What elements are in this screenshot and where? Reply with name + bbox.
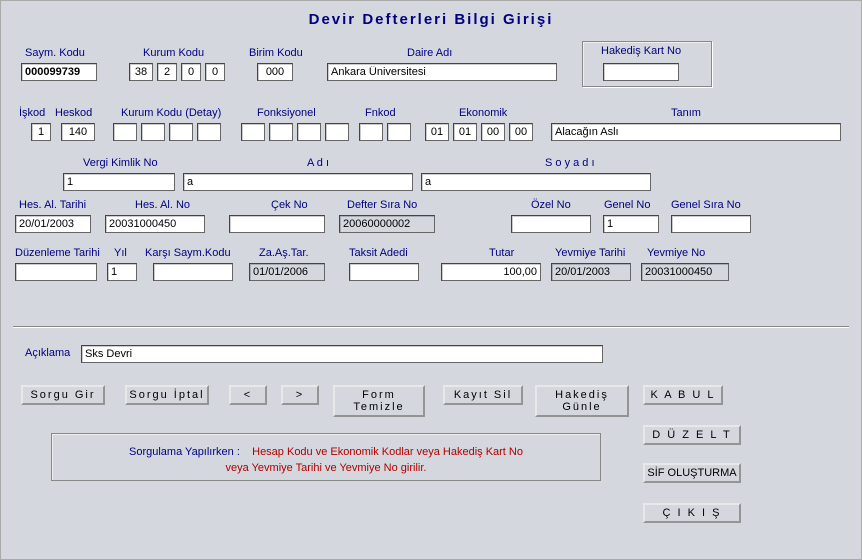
label-ozel-no: Özel No: [531, 199, 571, 211]
input-aciklama[interactable]: [81, 345, 603, 363]
label-soyadi: S o y a d ı: [545, 157, 595, 169]
label-yevmiye-tarihi: Yevmiye Tarihi: [555, 247, 625, 259]
label-hes-al-tarihi: Hes. Al. Tarihi: [19, 199, 86, 211]
label-yil: Yıl: [114, 247, 127, 259]
input-ozel-no[interactable]: [511, 215, 591, 233]
input-taksit[interactable]: [349, 263, 419, 281]
input-fnkod1[interactable]: [359, 123, 383, 141]
input-fn1[interactable]: [241, 123, 265, 141]
input-ek1[interactable]: [425, 123, 449, 141]
label-fnkod: Fnkod: [365, 107, 396, 119]
btn-sorgu-iptal[interactable]: Sorgu İptal: [125, 385, 209, 405]
label-yevmiye-no: Yevmiye No: [647, 247, 705, 259]
label-birim-kodu: Birim Kodu: [249, 47, 303, 59]
input-genel-no[interactable]: [603, 215, 659, 233]
label-taksit: Taksit Adedi: [349, 247, 408, 259]
label-genel-sira: Genel Sıra No: [671, 199, 741, 211]
label-iskod: İşkod: [19, 107, 45, 119]
input-fn4[interactable]: [325, 123, 349, 141]
input-fnkod2[interactable]: [387, 123, 411, 141]
input-vergi[interactable]: [63, 173, 175, 191]
input-heskod[interactable]: [61, 123, 95, 141]
btn-kabul[interactable]: K A B U L: [643, 385, 723, 405]
input-fn3[interactable]: [297, 123, 321, 141]
input-hes-al-no[interactable]: [105, 215, 205, 233]
input-zaastar: [249, 263, 325, 281]
input-defter-sira: [339, 215, 435, 233]
input-kd3[interactable]: [169, 123, 193, 141]
btn-sorgu-gir[interactable]: Sorgu Gir: [21, 385, 105, 405]
input-genel-sira[interactable]: [671, 215, 751, 233]
input-ek2[interactable]: [453, 123, 477, 141]
input-kurum2[interactable]: [157, 63, 177, 81]
input-ek4[interactable]: [509, 123, 533, 141]
label-kurum-detay: Kurum Kodu (Detay): [121, 107, 221, 119]
input-birim-kodu[interactable]: [257, 63, 293, 81]
input-kd4[interactable]: [197, 123, 221, 141]
btn-form-temizle[interactable]: Form Temizle: [333, 385, 425, 417]
label-tutar: Tutar: [489, 247, 514, 259]
input-daire-adi[interactable]: [327, 63, 557, 81]
input-duzenleme[interactable]: [15, 263, 97, 281]
btn-cikis[interactable]: Ç I K I Ş: [643, 503, 741, 523]
input-kurum4[interactable]: [205, 63, 225, 81]
sorgu-line1: Hesap Kodu ve Ekonomik Kodlar veya Haked…: [252, 446, 523, 458]
input-iskod[interactable]: [31, 123, 51, 141]
label-daire-adi: Daire Adı: [407, 47, 452, 59]
sorgu-line2: veya Yevmiye Tarihi ve Yevmiye No girili…: [226, 462, 427, 474]
input-hes-al-tarihi[interactable]: [15, 215, 91, 233]
label-fonksiyonel: Fonksiyonel: [257, 107, 316, 119]
label-genel-no: Genel No: [604, 199, 650, 211]
label-ekonomik: Ekonomik: [459, 107, 507, 119]
label-karsi: Karşı Saym.Kodu: [145, 247, 231, 259]
label-heskod: Heskod: [55, 107, 92, 119]
btn-next[interactable]: >: [281, 385, 319, 405]
sorgulama-note: Sorgulama Yapılırken : Hesap Kodu ve Eko…: [51, 433, 601, 481]
page-title: Devir Defterleri Bilgi Girişi: [1, 1, 861, 43]
input-kd1[interactable]: [113, 123, 137, 141]
btn-kayit-sil[interactable]: Kayıt Sil: [443, 385, 523, 405]
input-cek-no[interactable]: [229, 215, 325, 233]
label-hes-al-no: Hes. Al. No: [135, 199, 190, 211]
input-kd2[interactable]: [141, 123, 165, 141]
btn-hakedis-gunle[interactable]: Hakediş Günle: [535, 385, 629, 417]
label-aciklama: Açıklama: [25, 347, 70, 359]
label-duzenleme: Düzenleme Tarihi: [15, 247, 100, 259]
label-tanim: Tanım: [671, 107, 701, 119]
label-cek-no: Çek No: [271, 199, 308, 211]
input-hakedis[interactable]: [603, 63, 679, 81]
input-saym-kodu[interactable]: [21, 63, 97, 81]
label-hakedis: Hakediş Kart No: [601, 45, 681, 57]
input-kurum3[interactable]: [181, 63, 201, 81]
label-adi: A d ı: [307, 157, 329, 169]
label-vergi: Vergi Kimlik No: [83, 157, 158, 169]
label-saym-kodu: Saym. Kodu: [25, 47, 85, 59]
btn-duzelt[interactable]: D Ü Z E L T: [643, 425, 741, 445]
btn-prev[interactable]: <: [229, 385, 267, 405]
input-tutar[interactable]: [441, 263, 541, 281]
btn-sif-olusturma[interactable]: SİF OLUŞTURMA: [643, 463, 741, 483]
input-soyadi[interactable]: [421, 173, 651, 191]
input-kurum1[interactable]: [129, 63, 153, 81]
label-defter-sira: Defter Sıra No: [347, 199, 417, 211]
sorgu-prefix: Sorgulama Yapılırken :: [129, 446, 240, 458]
input-ek3[interactable]: [481, 123, 505, 141]
label-kurum-kodu: Kurum Kodu: [143, 47, 204, 59]
input-yevmiye-no: [641, 263, 729, 281]
input-tanim[interactable]: [551, 123, 841, 141]
label-zaastar: Za.Aş.Tar.: [259, 247, 309, 259]
input-yevmiye-tarihi: [551, 263, 631, 281]
input-fn2[interactable]: [269, 123, 293, 141]
input-yil[interactable]: [107, 263, 137, 281]
input-karsi[interactable]: [153, 263, 233, 281]
input-adi[interactable]: [183, 173, 413, 191]
